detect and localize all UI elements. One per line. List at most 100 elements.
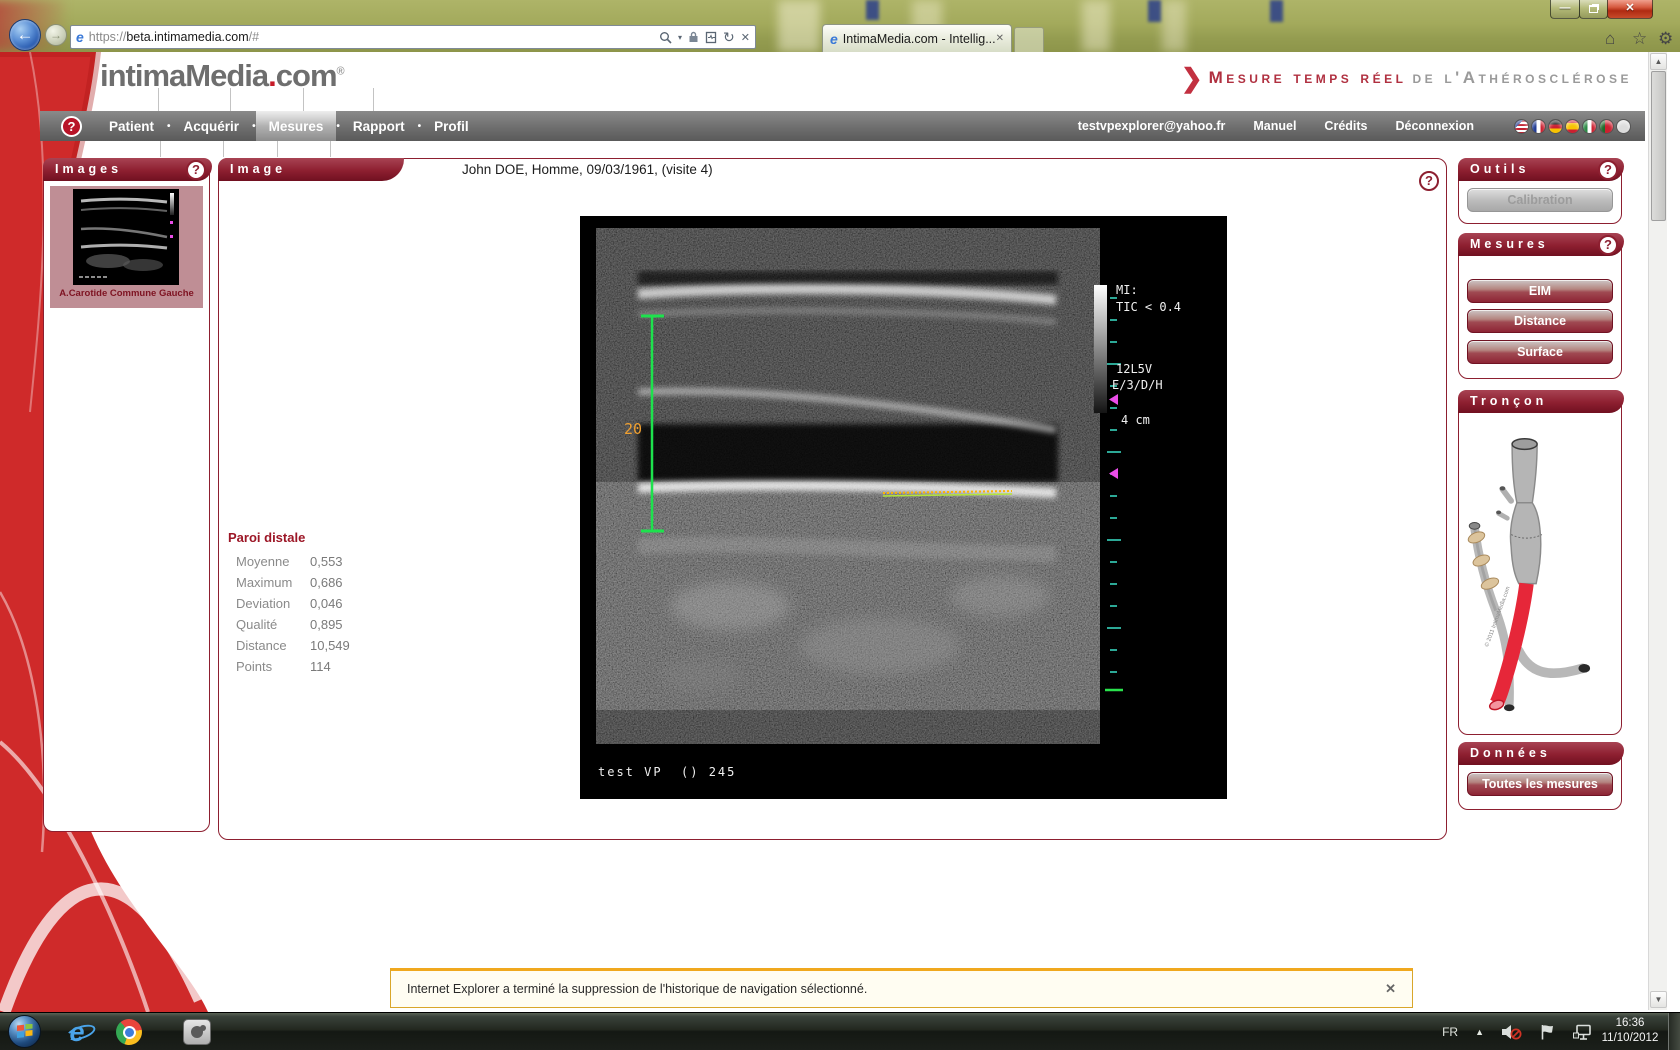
ruler-label: 20: [624, 420, 642, 438]
scroll-thumb[interactable]: [1651, 71, 1666, 221]
flag-us-icon[interactable]: [1514, 119, 1529, 134]
close-button[interactable]: ✕: [1607, 0, 1653, 19]
scroll-up-button[interactable]: ▲: [1650, 53, 1667, 70]
refresh-icon[interactable]: ↻: [723, 29, 735, 46]
network-icon[interactable]: [1573, 1024, 1594, 1041]
screen: — ✕ ← → e https://beta.intimamedia.com/#…: [0, 0, 1680, 1050]
grayscale-bar: [1094, 285, 1107, 413]
flag-disabled-icon: [1616, 119, 1631, 134]
eim-button[interactable]: EIM: [1467, 279, 1613, 303]
wallpaper-speck: [1270, 0, 1283, 22]
ie-notification-bar: Internet Explorer a terminé la suppressi…: [390, 968, 1413, 1008]
minimize-button[interactable]: —: [1550, 0, 1580, 19]
forward-button[interactable]: →: [45, 24, 67, 46]
show-desktop-button[interactable]: [1668, 1013, 1680, 1050]
settings-gear-icon[interactable]: ⚙: [1658, 29, 1673, 49]
nav-help-icon[interactable]: ?: [61, 116, 82, 137]
flag-es-icon[interactable]: [1565, 119, 1580, 134]
nav-separator-tick: [303, 88, 304, 111]
thumbnail-caption: A.Carotide Commune Gauche: [50, 288, 203, 299]
patient-info: John DOE, Homme, 09/03/1961, (visite 4): [462, 162, 713, 177]
thumbnail-item[interactable]: A.Carotide Commune Gauche: [50, 186, 203, 308]
nav-separator-tick: [158, 88, 159, 111]
search-icon[interactable]: [659, 31, 672, 44]
new-tab-stub[interactable]: [1014, 27, 1044, 52]
nav-item-profil[interactable]: Profil: [421, 111, 482, 141]
tab-favicon: e: [830, 31, 838, 47]
chrome-icon: [116, 1019, 142, 1045]
mesures-help-icon[interactable]: ?: [1598, 235, 1618, 255]
browser-chrome: — ✕ ← → e https://beta.intimamedia.com/#…: [0, 0, 1680, 52]
wallpaper-light-band: [1162, 0, 1186, 52]
tic-label: TIC < 0.4: [1116, 300, 1181, 314]
page-favicon: e: [76, 29, 84, 45]
flag-it-icon[interactable]: [1582, 119, 1597, 134]
nav-item-patient[interactable]: Patient: [96, 111, 167, 141]
image-help-icon[interactable]: ?: [1419, 171, 1439, 191]
site-tagline: ❯ Mesure temps réel de l'Athérosclérose: [1181, 68, 1632, 88]
surface-button[interactable]: Surface: [1467, 340, 1613, 364]
taskbar-clock[interactable]: 16:36 11/10/2012: [1592, 1016, 1668, 1046]
artery-diagram[interactable]: © 2011 IntimaMedia.com: [1463, 417, 1617, 731]
home-icon[interactable]: ⌂: [1605, 29, 1615, 49]
taskbar-capture-app[interactable]: [182, 1017, 212, 1047]
windows-taskbar: e FR ▲ 16:36 11/10/2012: [0, 1012, 1680, 1050]
measurement-row: Points114: [228, 659, 350, 680]
wallpaper-speck: [1148, 0, 1161, 22]
calibration-button[interactable]: Calibration: [1467, 188, 1613, 212]
favorites-star-icon[interactable]: ☆: [1632, 29, 1647, 49]
page-scrollbar[interactable]: ▲ ▼: [1648, 52, 1667, 1010]
nav-item-acquerir[interactable]: Acquérir: [171, 111, 253, 141]
search-dropdown-caret[interactable]: ▾: [678, 33, 682, 42]
nav-item-mesures[interactable]: Mesures: [256, 111, 337, 141]
flag-pt-icon[interactable]: [1599, 119, 1614, 134]
toutes-les-mesures-button[interactable]: Toutes les mesures: [1467, 772, 1613, 796]
compatibility-view-icon[interactable]: [705, 31, 717, 44]
nav-separator-tick: [373, 88, 374, 111]
language-indicator[interactable]: FR: [1442, 1025, 1458, 1039]
nav-link-deconnexion[interactable]: Déconnexion: [1396, 119, 1475, 133]
flag-de-icon[interactable]: [1548, 119, 1563, 134]
windows-flag-icon: [17, 1024, 33, 1039]
nav-separator-tick: [223, 141, 224, 157]
address-bar[interactable]: e https://beta.intimamedia.com/# ▾ ↻ ✕: [70, 25, 756, 49]
chevron-icon: ❯: [1181, 68, 1203, 88]
back-button[interactable]: ←: [9, 19, 41, 51]
start-button[interactable]: [8, 1015, 41, 1048]
action-center-flag-icon[interactable]: [1539, 1023, 1556, 1041]
volume-muted-icon[interactable]: [1501, 1023, 1522, 1041]
nav-link-manuel[interactable]: Manuel: [1253, 119, 1296, 133]
notification-close-icon[interactable]: ✕: [1385, 981, 1396, 997]
mode-label: E/3/D/H: [1112, 378, 1163, 392]
outils-help-icon[interactable]: ?: [1598, 160, 1618, 180]
url-text[interactable]: https://beta.intimamedia.com/#: [89, 30, 259, 44]
nav-link-credits[interactable]: Crédits: [1324, 119, 1367, 133]
ultrasound-image[interactable]: 20 MI: TIC < 0.4 12L5V E/3/D/H 4: [580, 216, 1227, 799]
tray-expand-icon[interactable]: ▲: [1475, 1027, 1484, 1037]
wallpaper-speck: [866, 0, 879, 20]
restore-button[interactable]: [1579, 0, 1608, 19]
ultrasound-thumbnail[interactable]: [73, 189, 179, 285]
tab-title[interactable]: IntimaMedia.com - Intellig...: [843, 32, 996, 46]
measurement-row: Qualité0,895: [228, 617, 350, 638]
tab-close-icon[interactable]: ✕: [996, 33, 1004, 44]
measurement-row: Moyenne0,553: [228, 554, 350, 575]
scroll-down-button[interactable]: ▼: [1650, 991, 1667, 1008]
measurements-title: Paroi distale: [228, 530, 350, 545]
account-email[interactable]: testvpexplorer@yahoo.fr: [1078, 119, 1226, 133]
measurement-row: Deviation0,046: [228, 596, 350, 617]
restore-icon: [1589, 5, 1598, 13]
nav-item-rapport[interactable]: Rapport: [340, 111, 418, 141]
images-help-icon[interactable]: ?: [186, 160, 206, 180]
taskbar-chrome[interactable]: [114, 1017, 144, 1047]
site-logo[interactable]: intimaMedia.com®: [100, 58, 344, 94]
taskbar-ie[interactable]: e: [62, 1017, 92, 1047]
browser-tab[interactable]: e IntimaMedia.com - Intellig... ✕: [822, 24, 1012, 52]
distance-button[interactable]: Distance: [1467, 309, 1613, 333]
measurements-block: Paroi distale Moyenne0,553 Maximum0,686 …: [228, 530, 350, 680]
mi-label: MI:: [1116, 283, 1138, 297]
lock-icon: [688, 31, 699, 43]
language-flags: [1514, 119, 1631, 134]
stop-icon[interactable]: ✕: [741, 31, 750, 44]
flag-fr-icon[interactable]: [1531, 119, 1546, 134]
